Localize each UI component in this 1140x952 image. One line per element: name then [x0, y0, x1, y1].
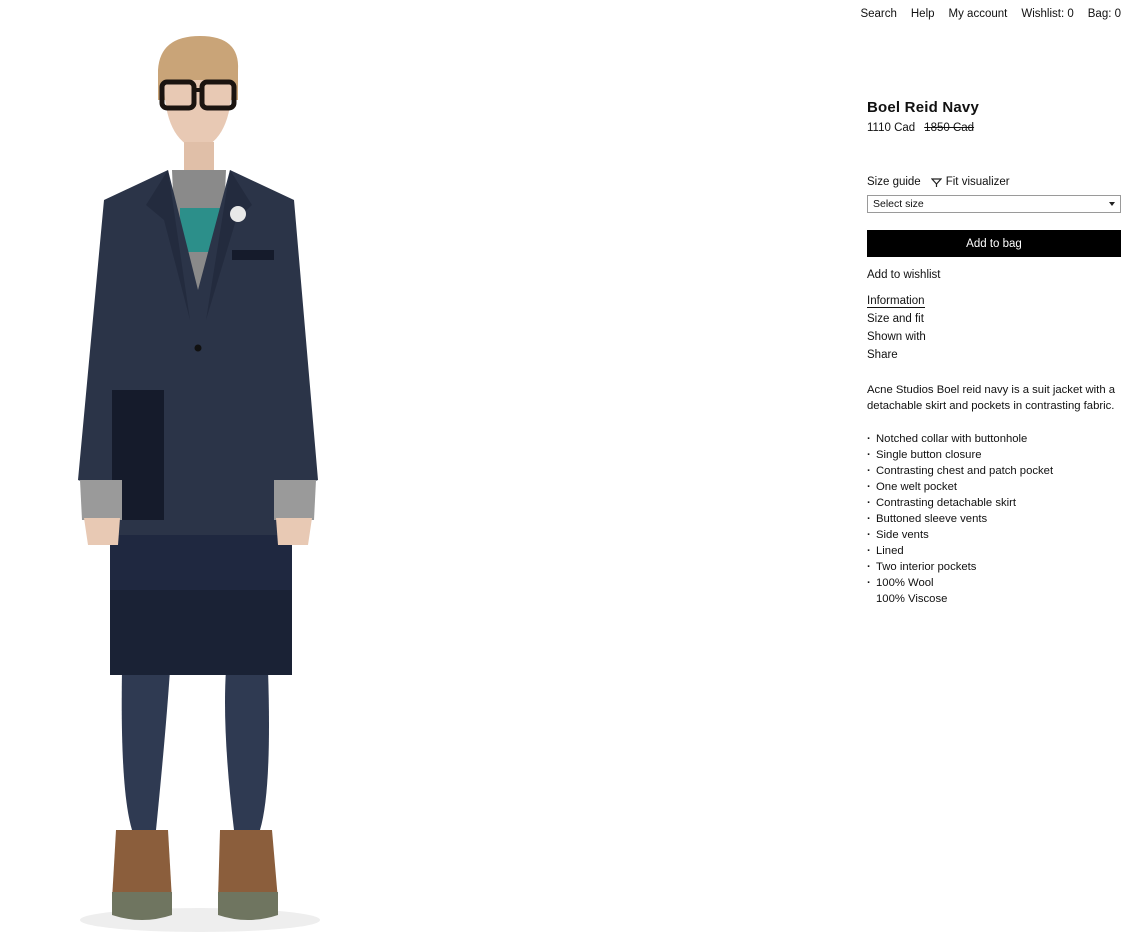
chevron-down-icon [1109, 202, 1115, 206]
size-guide-link[interactable]: Size guide [867, 174, 921, 190]
nav-search[interactable]: Search [860, 8, 896, 20]
add-to-wishlist-link[interactable]: Add to wishlist [867, 267, 1121, 283]
info-tabs: Information Size and fit Shown with Shar… [867, 293, 1121, 365]
list-item: Buttoned sleeve vents [867, 511, 1121, 527]
product-details-panel: Boel Reid Navy 1110 Cad 1850 Cad Size gu… [867, 100, 1121, 607]
list-item: Single button closure [867, 447, 1121, 463]
product-image [60, 30, 340, 935]
nav-bag[interactable]: Bag: 0 [1088, 8, 1121, 20]
list-item: 100% Viscose [876, 593, 948, 605]
tab-shown-with[interactable]: Shown with [867, 329, 1121, 347]
feature-list: Notched collar with buttonhole Single bu… [867, 431, 1121, 607]
list-item: Two interior pockets [867, 559, 1121, 575]
list-item: Notched collar with buttonhole [867, 431, 1121, 447]
current-price: 1110 Cad [867, 122, 916, 134]
tab-information[interactable]: Information [867, 293, 1121, 311]
list-item: Contrasting detachable skirt [867, 495, 1121, 511]
top-nav: Search Help My account Wishlist: 0 Bag: … [860, 8, 1121, 20]
hanger-icon [930, 177, 942, 187]
model-illustration [78, 36, 320, 932]
original-price: 1850 Cad [924, 122, 975, 134]
list-item: Lined [867, 543, 1121, 559]
size-select-value: Select size [873, 198, 924, 210]
product-title: Boel Reid Navy [867, 99, 980, 116]
add-to-bag-button[interactable]: Add to bag [867, 230, 1121, 257]
nav-my-account[interactable]: My account [949, 8, 1008, 20]
tab-share[interactable]: Share [867, 347, 1121, 365]
nav-help[interactable]: Help [911, 8, 935, 20]
size-select[interactable]: Select size [867, 195, 1121, 213]
tab-size-and-fit[interactable]: Size and fit [867, 311, 1121, 329]
nav-wishlist[interactable]: Wishlist: 0 [1021, 8, 1073, 20]
price-row: 1110 Cad 1850 Cad [867, 120, 1121, 136]
fit-visualizer-link[interactable]: Fit visualizer [930, 174, 1010, 190]
fit-visualizer-label: Fit visualizer [945, 176, 1010, 188]
product-description: Acne Studios Boel reid navy is a suit ja… [867, 384, 1116, 412]
size-links: Size guide Fit visualizer [867, 174, 1121, 190]
list-item: Side vents [867, 527, 1121, 543]
list-item: Contrasting chest and patch pocket [867, 463, 1121, 479]
list-item: 100% Wool [867, 575, 1121, 591]
list-item: One welt pocket [867, 479, 1121, 495]
